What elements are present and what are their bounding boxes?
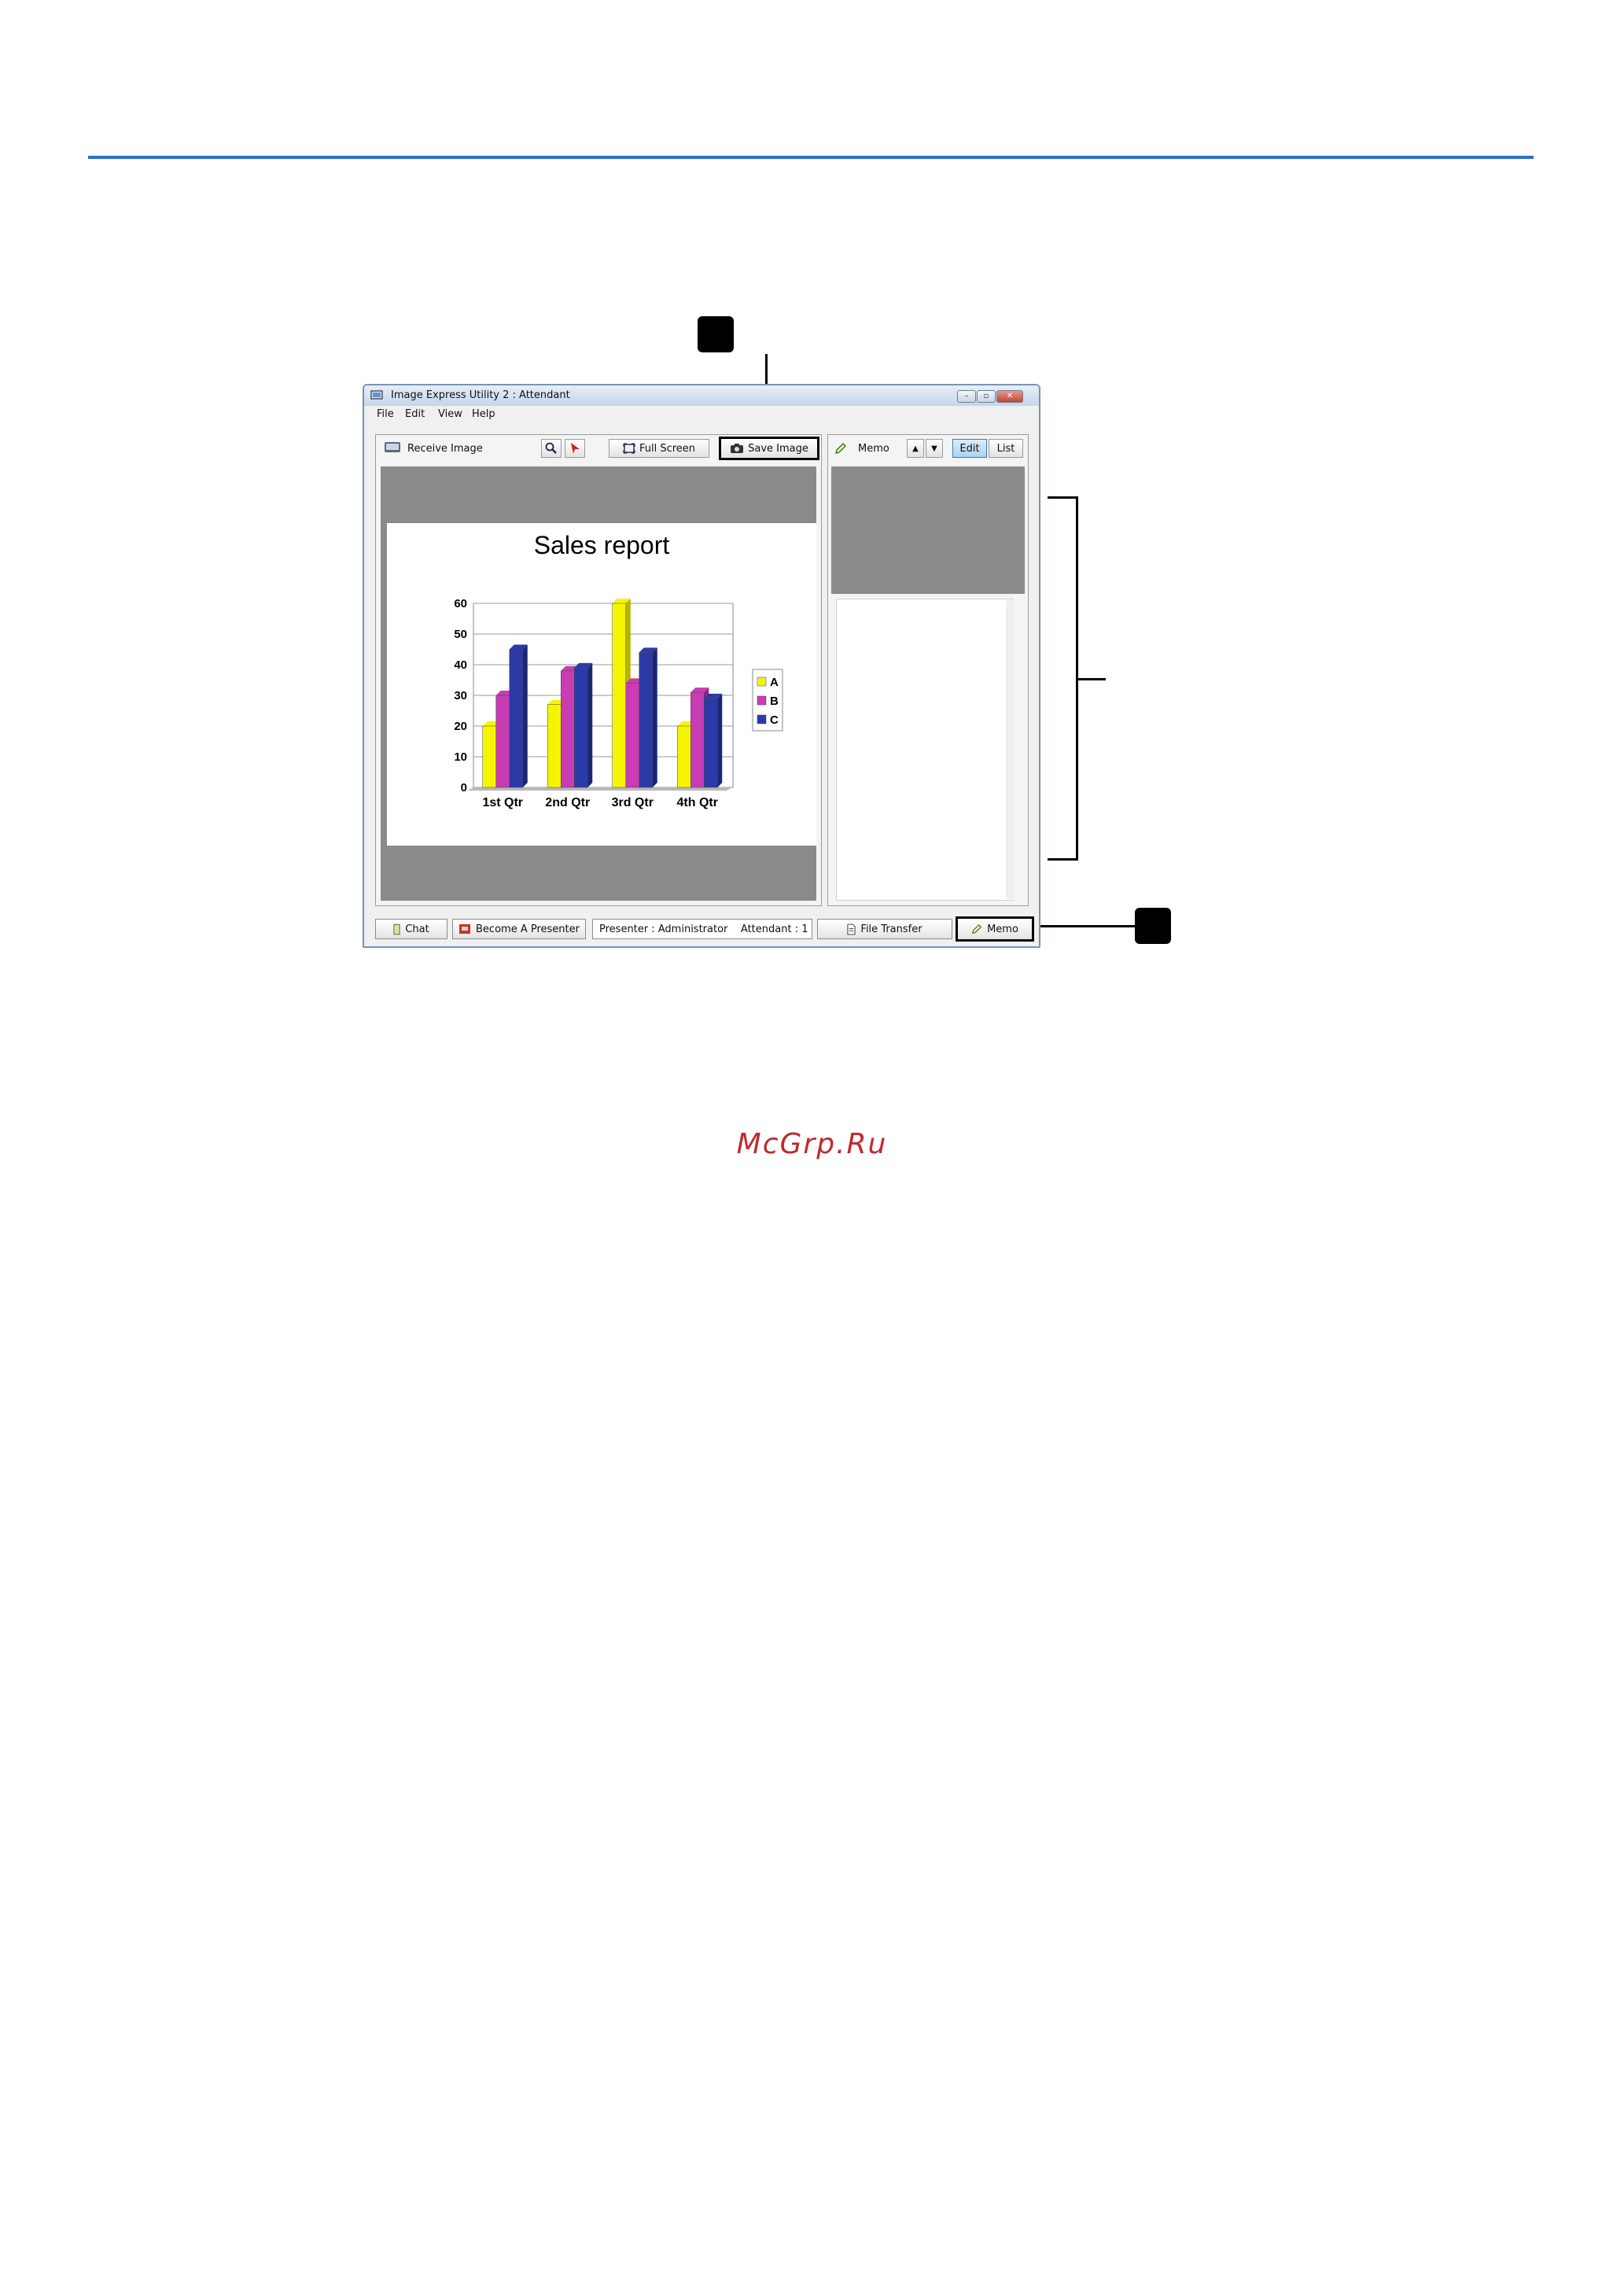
slide-image: Sales report 0 10 20 30 40 50 60 1st Qtr 2nd Qtr… <box>387 523 816 846</box>
menu-file[interactable]: File <box>377 408 394 420</box>
status-field: Presenter : Administrator Attendant : 1 <box>592 919 812 939</box>
bracket-tick <box>1076 678 1106 680</box>
presenter-icon <box>459 924 471 934</box>
memo-title: Memo <box>858 443 889 455</box>
watermark: McGrp.Ru <box>736 1128 888 1160</box>
bracket-top <box>1048 496 1077 499</box>
chart-title: Sales report <box>533 531 670 559</box>
chart-floor <box>467 787 733 791</box>
y-tick-label: 30 <box>454 689 467 702</box>
chat-button[interactable]: Chat <box>375 919 447 939</box>
memo-scrollbar[interactable] <box>1006 600 1014 899</box>
save-image-label: Save Image <box>748 442 808 455</box>
memo-edit-tab[interactable]: Edit <box>952 439 987 458</box>
receive-image-label: Receive Image <box>407 443 483 455</box>
bar-B-3rd Qtr <box>625 683 639 788</box>
bar-side <box>522 644 528 787</box>
save-image-button[interactable]: Save Image <box>719 437 819 460</box>
menu-bar: File Edit View Help <box>364 406 1039 423</box>
memo-panel: Memo ▲ ▼ Edit List <box>827 434 1029 906</box>
bar-side <box>587 662 593 787</box>
legend-swatch-B <box>757 695 767 706</box>
menu-help[interactable]: Help <box>472 408 495 420</box>
bar-chart: 0 10 20 30 40 50 60 1st Qtr 2nd Qtr 3rd Qtr 4th Qt… <box>454 597 783 809</box>
received-image-area: Sales report 0 10 20 30 40 50 60 1st Qtr 2nd Qtr… <box>381 466 816 901</box>
become-presenter-button[interactable]: Become A Presenter <box>452 919 586 939</box>
memo-button[interactable]: Memo <box>956 916 1034 942</box>
image-panel: Receive Image Full Screen Save Image Sal… <box>375 434 822 906</box>
chat-label: Chat <box>405 923 429 935</box>
title-bar[interactable]: Image Express Utility 2 : Attendant – ▫ … <box>364 385 1039 406</box>
bar-C-3rd Qtr <box>639 652 653 788</box>
camera-icon <box>731 444 744 453</box>
menu-view[interactable]: View <box>438 408 462 420</box>
app-window: Image Express Utility 2 : Attendant – ▫ … <box>363 384 1040 948</box>
monitor-icon <box>385 442 400 452</box>
bar-B-1st Qtr <box>495 695 510 788</box>
y-tick-label: 50 <box>454 628 467 641</box>
x-tick-label: 1st Qtr <box>482 796 523 809</box>
bar-side <box>652 647 657 787</box>
window-title: Image Express Utility 2 : Attendant <box>391 389 570 401</box>
bar-A-3rd Qtr <box>612 603 626 788</box>
callout-marker-save-image <box>698 316 734 352</box>
become-presenter-label: Become A Presenter <box>476 923 580 935</box>
y-tick-label: 10 <box>454 750 467 764</box>
memo-list-tab[interactable]: List <box>989 439 1023 458</box>
full-screen-icon <box>623 443 635 454</box>
bar-side <box>717 693 723 787</box>
minimize-icon[interactable]: – <box>957 390 976 403</box>
maximize-icon[interactable]: ▫ <box>977 390 996 403</box>
bar-B-2nd Qtr <box>561 670 575 788</box>
full-screen-label: Full Screen <box>639 442 696 455</box>
bar-C-1st Qtr <box>509 649 523 788</box>
legend-label-B: B <box>770 695 779 708</box>
bar-C-4th Qtr <box>704 698 718 788</box>
pointer-arrow-icon[interactable] <box>565 439 585 458</box>
memo-button-label: Memo <box>987 923 1018 935</box>
legend-swatch-C <box>757 714 767 724</box>
bar-A-2nd Qtr <box>547 704 562 788</box>
bar-A-4th Qtr <box>677 725 691 788</box>
menu-edit[interactable]: Edit <box>405 408 425 420</box>
bar-A-1st Qtr <box>482 725 496 788</box>
file-icon <box>847 923 856 935</box>
page-rule <box>88 156 1534 159</box>
y-tick-label: 60 <box>454 597 467 610</box>
legend-swatch-A <box>757 676 767 687</box>
x-tick-label: 2nd Qtr <box>545 796 590 809</box>
app-icon <box>370 390 383 400</box>
memo-image-thumbnail <box>831 466 1025 594</box>
bar-B-4th Qtr <box>690 691 705 788</box>
legend-label-C: C <box>770 713 779 727</box>
legend-label-A: A <box>770 676 779 689</box>
file-transfer-label: File Transfer <box>860 923 922 935</box>
file-transfer-button[interactable]: File Transfer <box>817 919 952 939</box>
memo-up-icon[interactable]: ▲ <box>907 439 924 458</box>
x-tick-label: 3rd Qtr <box>612 796 654 809</box>
bar-C-2nd Qtr <box>574 667 588 788</box>
y-tick-label: 40 <box>454 658 467 672</box>
bracket-bottom <box>1048 858 1077 861</box>
callout-line-memo <box>1033 925 1136 927</box>
pencil-icon <box>835 443 846 454</box>
y-tick-label: 20 <box>454 720 467 733</box>
magnifier-icon[interactable] <box>541 439 562 458</box>
callout-marker-memo <box>1135 908 1171 944</box>
bottom-bar: Chat Become A Presenter Presenter : Admi… <box>364 912 1039 944</box>
chat-icon <box>393 923 400 935</box>
memo-text-area[interactable] <box>836 599 1014 901</box>
full-screen-button[interactable]: Full Screen <box>609 439 709 458</box>
memo-pencil-icon <box>972 923 982 935</box>
memo-down-icon[interactable]: ▼ <box>926 439 943 458</box>
close-icon[interactable]: ✕ <box>996 390 1023 403</box>
x-tick-label: 4th Qtr <box>677 796 718 809</box>
y-tick-label: 0 <box>461 781 467 794</box>
